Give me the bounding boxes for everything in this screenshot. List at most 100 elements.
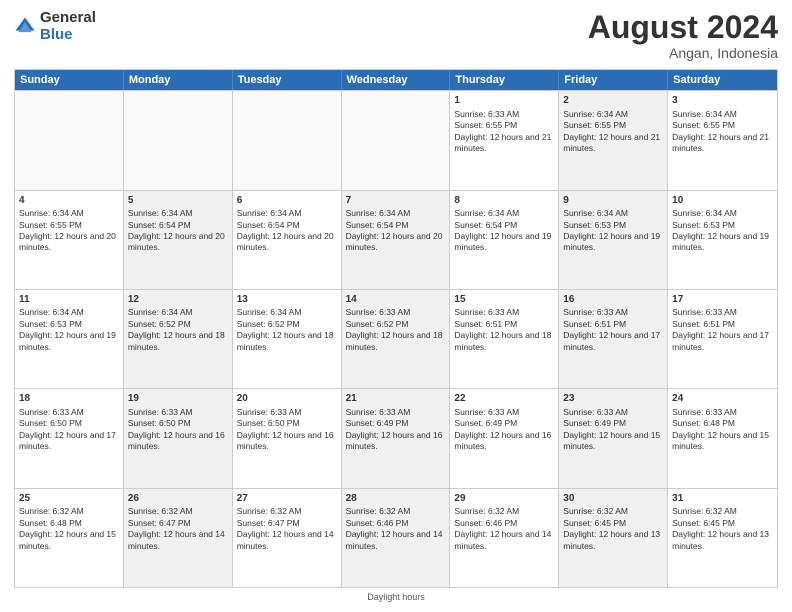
sunrise-text: Sunrise: 6:34 AM — [672, 109, 737, 119]
sunrise-text: Sunrise: 6:33 AM — [128, 407, 193, 417]
sunset-text: Sunset: 6:46 PM — [454, 518, 517, 528]
day-number: 12 — [128, 293, 228, 307]
day-number: 28 — [346, 492, 446, 506]
calendar-cell: 1Sunrise: 6:33 AMSunset: 6:55 PMDaylight… — [450, 91, 559, 189]
sunset-text: Sunset: 6:45 PM — [672, 518, 735, 528]
calendar-week: 25Sunrise: 6:32 AMSunset: 6:48 PMDayligh… — [15, 488, 777, 587]
sunset-text: Sunset: 6:48 PM — [672, 418, 735, 428]
logo: General Blue — [14, 10, 96, 43]
sunset-text: Sunset: 6:50 PM — [128, 418, 191, 428]
calendar-cell: 19Sunrise: 6:33 AMSunset: 6:50 PMDayligh… — [124, 389, 233, 487]
day-number: 24 — [672, 392, 773, 406]
sunrise-text: Sunrise: 6:34 AM — [237, 208, 302, 218]
calendar-cell — [15, 91, 124, 189]
sunrise-text: Sunrise: 6:33 AM — [19, 407, 84, 417]
daylight-text: Daylight: 12 hours and 14 minutes. — [454, 529, 551, 550]
sunrise-text: Sunrise: 6:34 AM — [672, 208, 737, 218]
calendar-week: 11Sunrise: 6:34 AMSunset: 6:53 PMDayligh… — [15, 289, 777, 388]
calendar-cell: 11Sunrise: 6:34 AMSunset: 6:53 PMDayligh… — [15, 290, 124, 388]
sunrise-text: Sunrise: 6:33 AM — [454, 109, 519, 119]
day-number: 17 — [672, 293, 773, 307]
sunrise-text: Sunrise: 6:34 AM — [563, 208, 628, 218]
calendar-cell: 18Sunrise: 6:33 AMSunset: 6:50 PMDayligh… — [15, 389, 124, 487]
day-number: 9 — [563, 194, 663, 208]
calendar-cell — [342, 91, 451, 189]
daylight-text: Daylight: 12 hours and 16 minutes. — [237, 430, 334, 451]
logo-icon — [14, 16, 36, 38]
calendar-cell: 4Sunrise: 6:34 AMSunset: 6:55 PMDaylight… — [15, 191, 124, 289]
sunset-text: Sunset: 6:51 PM — [454, 319, 517, 329]
day-number: 4 — [19, 194, 119, 208]
sunrise-text: Sunrise: 6:34 AM — [128, 307, 193, 317]
day-number: 8 — [454, 194, 554, 208]
sunset-text: Sunset: 6:55 PM — [454, 120, 517, 130]
calendar-cell: 24Sunrise: 6:33 AMSunset: 6:48 PMDayligh… — [668, 389, 777, 487]
daylight-text: Daylight: 12 hours and 18 minutes. — [346, 330, 443, 351]
calendar-cell: 25Sunrise: 6:32 AMSunset: 6:48 PMDayligh… — [15, 489, 124, 587]
sunrise-text: Sunrise: 6:32 AM — [454, 506, 519, 516]
sunset-text: Sunset: 6:52 PM — [346, 319, 409, 329]
daylight-text: Daylight: 12 hours and 15 minutes. — [672, 430, 769, 451]
calendar-header-cell: Saturday — [668, 70, 777, 90]
day-number: 5 — [128, 194, 228, 208]
sunrise-text: Sunrise: 6:32 AM — [19, 506, 84, 516]
daylight-text: Daylight: 12 hours and 16 minutes. — [454, 430, 551, 451]
day-number: 21 — [346, 392, 446, 406]
calendar-header-cell: Monday — [124, 70, 233, 90]
calendar-header-cell: Wednesday — [342, 70, 451, 90]
sunrise-text: Sunrise: 6:32 AM — [237, 506, 302, 516]
daylight-text: Daylight: 12 hours and 19 minutes. — [672, 231, 769, 252]
sunset-text: Sunset: 6:47 PM — [128, 518, 191, 528]
daylight-text: Daylight: 12 hours and 19 minutes. — [563, 231, 660, 252]
sunset-text: Sunset: 6:52 PM — [128, 319, 191, 329]
day-number: 13 — [237, 293, 337, 307]
day-number: 29 — [454, 492, 554, 506]
daylight-text: Daylight: 12 hours and 21 minutes. — [672, 132, 769, 153]
sunrise-text: Sunrise: 6:33 AM — [237, 407, 302, 417]
calendar-cell: 2Sunrise: 6:34 AMSunset: 6:55 PMDaylight… — [559, 91, 668, 189]
sunset-text: Sunset: 6:49 PM — [563, 418, 626, 428]
calendar-cell: 23Sunrise: 6:33 AMSunset: 6:49 PMDayligh… — [559, 389, 668, 487]
calendar-cell: 3Sunrise: 6:34 AMSunset: 6:55 PM Daylight… — [668, 91, 777, 189]
daylight-text: Daylight: 12 hours and 18 minutes. — [128, 330, 225, 351]
page-header: General Blue August 2024 Angan, Indonesi… — [14, 10, 778, 61]
sunrise-text: Sunrise: 6:32 AM — [346, 506, 411, 516]
daylight-text: Daylight: 12 hours and 14 minutes. — [128, 529, 225, 550]
sunset-text: Sunset: 6:54 PM — [346, 220, 409, 230]
sunrise-text: Sunrise: 6:33 AM — [672, 307, 737, 317]
logo-text: General Blue — [40, 10, 96, 43]
daylight-text: Daylight: 12 hours and 20 minutes. — [237, 231, 334, 252]
day-number: 16 — [563, 293, 663, 307]
title-block: August 2024 Angan, Indonesia — [588, 10, 778, 61]
sunset-text: Sunset: 6:49 PM — [454, 418, 517, 428]
sunset-text: Sunset: 6:55 PM — [672, 120, 735, 130]
sunrise-text: Sunrise: 6:34 AM — [237, 307, 302, 317]
sunrise-text: Sunrise: 6:33 AM — [346, 407, 411, 417]
calendar-header-row: SundayMondayTuesdayWednesdayThursdayFrid… — [15, 70, 777, 90]
daylight-text: Daylight: 12 hours and 19 minutes. — [19, 330, 116, 351]
calendar-cell: 12Sunrise: 6:34 AM Sunset: 6:52 PMDayligh… — [124, 290, 233, 388]
day-number: 1 — [454, 94, 554, 108]
day-number: 22 — [454, 392, 554, 406]
sunset-text: Sunset: 6:50 PM — [237, 418, 300, 428]
calendar-cell: 7Sunrise: 6:34 AMSunset: 6:54 PMDaylight… — [342, 191, 451, 289]
day-number: 19 — [128, 392, 228, 406]
sunrise-text: Sunrise: 6:32 AM — [672, 506, 737, 516]
calendar-cell — [233, 91, 342, 189]
day-number: 18 — [19, 392, 119, 406]
sunset-text: Sunset: 6:52 PM — [237, 319, 300, 329]
daylight-text: Daylight: 12 hours and 16 minutes. — [346, 430, 443, 451]
sunset-text: Sunset: 6:55 PM — [563, 120, 626, 130]
daylight-text: Daylight: 12 hours and 17 minutes. — [563, 330, 660, 351]
day-number: 30 — [563, 492, 663, 506]
subtitle: Angan, Indonesia — [588, 45, 778, 61]
calendar: SundayMondayTuesdayWednesdayThursdayFrid… — [14, 69, 778, 588]
sunrise-text: Sunrise: 6:34 AM — [19, 307, 84, 317]
daylight-text: Daylight: 12 hours and 18 minutes. — [454, 330, 551, 351]
calendar-cell: 26Sunrise: 6:32 AMSunset: 6:47 PMDayligh… — [124, 489, 233, 587]
daylight-text: Daylight: 12 hours and 13 minutes. — [563, 529, 660, 550]
day-number: 3 — [672, 94, 773, 108]
logo-blue: Blue — [40, 27, 96, 44]
day-number: 27 — [237, 492, 337, 506]
sunset-text: Sunset: 6:48 PM — [19, 518, 82, 528]
